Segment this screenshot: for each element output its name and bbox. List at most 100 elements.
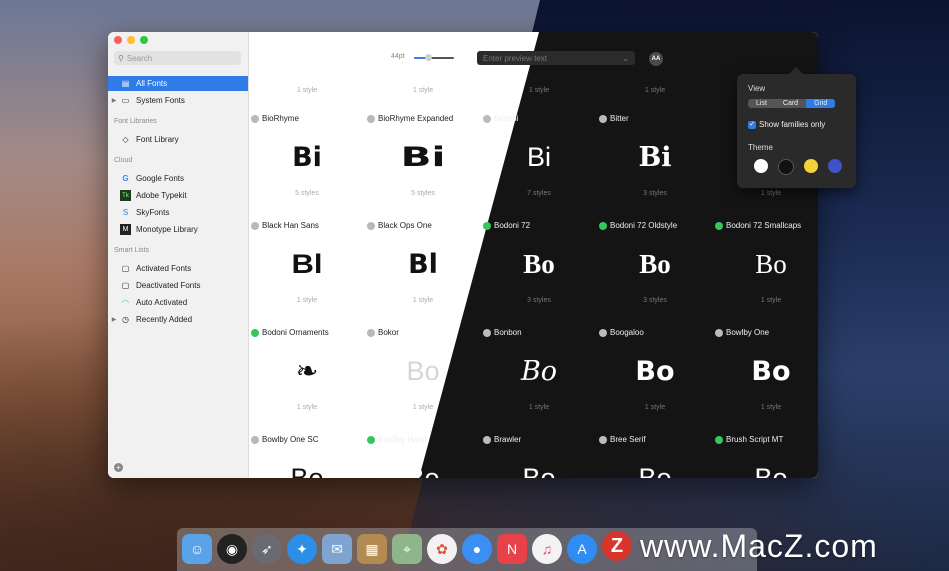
font-name: Bitter: [610, 114, 629, 123]
theme-swatch[interactable]: [804, 159, 818, 173]
photos-icon[interactable]: ✿: [427, 534, 457, 564]
font-card[interactable]: Bowlby One SC Bo: [249, 435, 365, 478]
launchpad-icon[interactable]: ➶: [252, 534, 282, 564]
activation-status-icon[interactable]: [715, 222, 723, 230]
font-card[interactable]: BioRhyme Expanded Bi 5 styles: [365, 114, 481, 214]
activation-status-icon[interactable]: [483, 436, 491, 444]
font-name: Bowlby One: [726, 328, 770, 337]
section-cloud: Cloud: [114, 157, 133, 164]
activation-status-icon[interactable]: [367, 115, 375, 123]
font-card[interactable]: Boogaloo Bo 1 style: [597, 328, 713, 428]
activation-status-icon[interactable]: [367, 329, 375, 337]
activation-status-icon[interactable]: [251, 222, 259, 230]
font-name: Bowlby One SC: [262, 435, 319, 444]
font-card[interactable]: Bree Serif Bo: [597, 435, 713, 478]
activation-status-icon[interactable]: [367, 436, 375, 444]
search-input[interactable]: ⚲ Search: [114, 51, 241, 65]
activation-status-icon[interactable]: [483, 329, 491, 337]
theme-swatch[interactable]: [828, 159, 842, 173]
font-name: Bokor: [378, 328, 399, 337]
styles-count: 1 style: [644, 404, 666, 411]
chevron-right-icon[interactable]: ▶: [108, 97, 120, 104]
sidebar-item-auto-activated[interactable]: ◠ Auto Activated: [108, 295, 248, 310]
view-option-card[interactable]: Card: [775, 99, 806, 108]
window-controls: [114, 36, 148, 44]
add-button[interactable]: +: [114, 463, 123, 472]
google-icon: G: [122, 174, 129, 183]
activation-status-icon[interactable]: [599, 329, 607, 337]
activation-status-icon[interactable]: [483, 222, 491, 230]
font-sample: Bo: [523, 249, 555, 279]
finder-icon[interactable]: ☺: [182, 534, 212, 564]
font-card[interactable]: Bitter Bi 3 styles: [597, 114, 713, 214]
activation-status-icon[interactable]: [251, 436, 259, 444]
sidebar-item-skyfonts[interactable]: S SkyFonts: [108, 205, 248, 220]
styles-count: 5 styles: [411, 190, 435, 197]
sidebar-item-adobe-typekit[interactable]: Tk Adobe Typekit: [108, 188, 248, 203]
notes-icon[interactable]: ▦: [357, 534, 387, 564]
sidebar-item-activated-fonts[interactable]: ▢ Activated Fonts: [108, 261, 248, 276]
font-card[interactable]: Bradley Hand Bo: [365, 435, 481, 478]
theme-swatch[interactable]: [778, 159, 794, 175]
font-card[interactable]: Bowlby One Bo 1 style: [713, 328, 818, 428]
font-sample: Bi: [526, 142, 551, 172]
activation-status-icon[interactable]: [715, 329, 723, 337]
chevron-right-icon[interactable]: ▶: [108, 316, 120, 323]
messages-icon[interactable]: ●: [462, 534, 492, 564]
clock-icon: ◷: [122, 315, 129, 324]
view-segmented-control[interactable]: List Card Grid: [748, 99, 836, 108]
font-card[interactable]: Biryani Bi 7 styles: [481, 114, 597, 214]
sidebar-item-recently-added[interactable]: ▶ ◷ Recently Added: [108, 312, 248, 327]
activation-status-icon[interactable]: [715, 436, 723, 444]
sidebar-item-deactivated-fonts[interactable]: ▢ Deactivated Fonts: [108, 278, 248, 293]
font-card[interactable]: Bodoni 72 Smallcaps Bo 1 style: [713, 221, 818, 321]
activation-status-icon[interactable]: [599, 436, 607, 444]
sidebar-item-system-fonts[interactable]: ▶ ▭ System Fonts: [108, 93, 248, 108]
news-icon[interactable]: N: [497, 534, 527, 564]
activation-status-icon[interactable]: [483, 115, 491, 123]
view-option-grid[interactable]: Grid: [806, 99, 836, 108]
appearance-button[interactable]: AA: [649, 52, 663, 66]
slider-knob[interactable]: [425, 54, 432, 61]
font-card[interactable]: Black Han Sans Bl 1 style: [249, 221, 365, 321]
activation-status-icon[interactable]: [367, 222, 375, 230]
show-families-checkbox[interactable]: ✓ Show families only: [748, 120, 825, 129]
font-card[interactable]: Bonbon Bo 1 style: [481, 328, 597, 428]
safari-icon[interactable]: ✦: [287, 534, 317, 564]
app-store-icon[interactable]: A: [567, 534, 597, 564]
font-name: Bodoni Ornaments: [262, 328, 329, 337]
preview-text-input[interactable]: Enter preview text ⌄: [477, 51, 635, 65]
sidebar-item-google-fonts[interactable]: G Google Fonts: [108, 171, 248, 186]
sidebar-item-font-library[interactable]: ◇ Font Library: [108, 132, 248, 147]
activation-status-icon[interactable]: [251, 329, 259, 337]
activation-status-icon[interactable]: [599, 222, 607, 230]
close-button[interactable]: [114, 36, 122, 44]
font-name: Black Han Sans: [262, 221, 319, 230]
sidebar-item-all-fonts[interactable]: ▤ All Fonts: [108, 76, 248, 91]
mail-icon[interactable]: ✉: [322, 534, 352, 564]
font-name: Biryani: [494, 114, 519, 123]
zoom-button[interactable]: [140, 36, 148, 44]
font-card[interactable]: Bodoni 72 Oldstyle Bo 3 styles: [597, 221, 713, 321]
font-name: Black Ops One: [378, 221, 432, 230]
music-icon[interactable]: ♫: [532, 534, 562, 564]
activation-status-icon[interactable]: [251, 115, 259, 123]
sidebar-item-label: Adobe Typekit: [136, 191, 187, 200]
styles-count: 5 styles: [295, 190, 319, 197]
font-card[interactable]: Brush Script MT Bo: [713, 435, 818, 478]
font-card[interactable]: Brawler Bo: [481, 435, 597, 478]
font-card[interactable]: Bodoni 72 Bo 3 styles: [481, 221, 597, 321]
font-card[interactable]: Bodoni Ornaments ❧ 1 style: [249, 328, 365, 428]
font-card[interactable]: Bokor Bo 1 style: [365, 328, 481, 428]
font-size-slider[interactable]: [414, 54, 454, 61]
maps-icon[interactable]: ⌖: [392, 534, 422, 564]
siri-icon[interactable]: ◉: [217, 534, 247, 564]
theme-swatch[interactable]: [754, 159, 768, 173]
activation-status-icon[interactable]: [599, 115, 607, 123]
styles-count: 1 style: [412, 87, 434, 94]
font-card[interactable]: Black Ops One Bl 1 style: [365, 221, 481, 321]
sidebar-item-monotype-library[interactable]: M Monotype Library: [108, 222, 248, 237]
view-option-list[interactable]: List: [748, 99, 775, 108]
minimize-button[interactable]: [127, 36, 135, 44]
font-name: BioRhyme Expanded: [378, 114, 454, 123]
